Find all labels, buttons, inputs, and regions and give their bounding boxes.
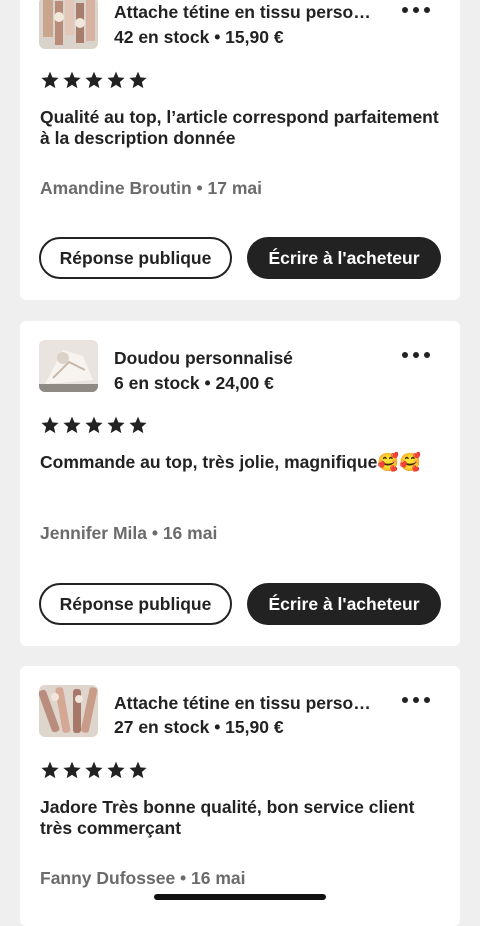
star-icon — [85, 761, 103, 779]
product-thumbnail[interactable] — [39, 685, 98, 737]
star-icon — [41, 416, 59, 434]
more-options-icon[interactable] — [402, 695, 430, 705]
star-icon — [41, 71, 59, 89]
review-card: Doudou personnalisé 6 en stock • 24,00 €… — [20, 321, 460, 646]
star-icon — [85, 71, 103, 89]
star-icon — [85, 416, 103, 434]
product-stock-price: 42 en stock • 15,90 € — [114, 27, 284, 47]
review-author-date: Fanny Dufossee • 16 mai — [40, 868, 246, 888]
product-title[interactable]: Attache tétine en tissu personnalisée — [114, 693, 379, 714]
star-icon — [107, 761, 125, 779]
rating-stars — [40, 760, 148, 780]
public-reply-button[interactable]: Réponse publique — [39, 237, 232, 279]
star-icon — [107, 416, 125, 434]
product-thumbnail[interactable] — [39, 340, 98, 392]
star-icon — [41, 761, 59, 779]
review-card: Attache tétine en tissu personnalisée 27… — [20, 666, 460, 926]
rating-stars — [40, 70, 148, 90]
product-thumbnail[interactable] — [39, 0, 98, 49]
public-reply-button[interactable]: Réponse publique — [39, 583, 232, 625]
review-author-date: Jennifer Mila • 16 mai — [40, 523, 218, 543]
home-indicator[interactable] — [154, 894, 326, 900]
product-stock-price: 27 en stock • 15,90 € — [114, 717, 284, 737]
star-icon — [129, 761, 147, 779]
message-buyer-button[interactable]: Écrire à l'acheteur — [247, 583, 441, 625]
product-title[interactable]: Attache tétine en tissu personnalisée — [114, 2, 379, 23]
star-icon — [129, 416, 147, 434]
product-stock-price: 6 en stock • 24,00 € — [114, 373, 274, 393]
review-card: Attache tétine en tissu personnalisée 42… — [20, 0, 460, 300]
review-author-date: Amandine Broutin • 17 mai — [40, 178, 262, 198]
review-text: Commande au top, très jolie, magnifique🥰… — [40, 452, 421, 472]
more-options-icon[interactable] — [402, 350, 430, 360]
product-title[interactable]: Doudou personnalisé — [114, 348, 293, 369]
more-options-icon[interactable] — [402, 5, 430, 15]
star-icon — [107, 71, 125, 89]
star-icon — [129, 71, 147, 89]
star-icon — [63, 71, 81, 89]
star-icon — [63, 416, 81, 434]
star-icon — [63, 761, 81, 779]
review-text: Qualité au top, l’article correspond par… — [40, 107, 439, 148]
message-buyer-button[interactable]: Écrire à l'acheteur — [247, 237, 441, 279]
review-text: Jadore Très bonne qualité, bon service c… — [40, 797, 415, 838]
rating-stars — [40, 415, 148, 435]
